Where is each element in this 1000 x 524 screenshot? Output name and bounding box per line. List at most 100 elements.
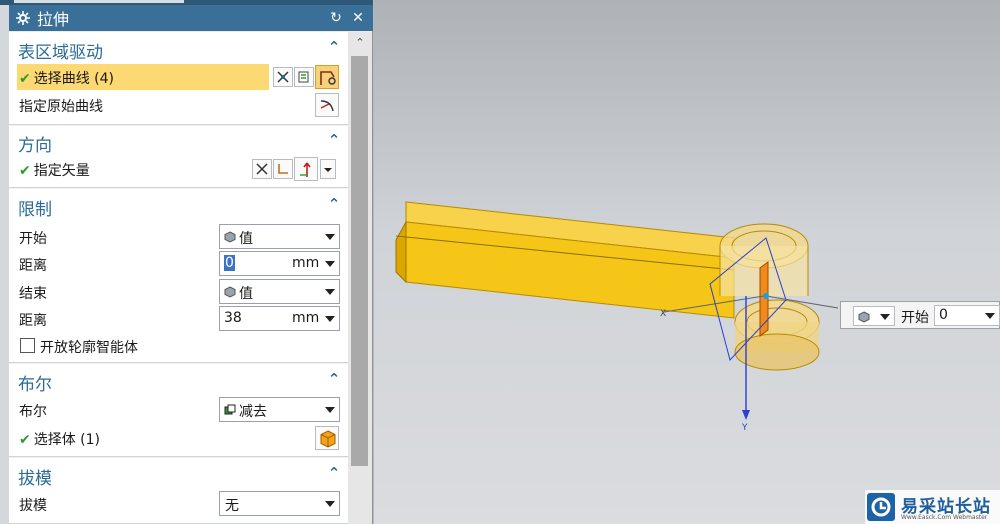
dropdown-arrow-icon[interactable] [325, 316, 335, 322]
select-body-row[interactable]: ✔ 选择体 (1) [9, 425, 348, 451]
specify-vector-label: ✔ 指定矢量 [19, 160, 90, 180]
section-surface-region: 表区域驱动 ⌃ ✔ 选择曲线 (4) 指定原始曲线 [9, 32, 348, 125]
start-distance-input[interactable]: 0 mm [219, 251, 340, 276]
dialog-left-edge [0, 5, 9, 524]
section-title-surface-region: 表区域驱动 [18, 43, 103, 63]
vector-options-dropdown[interactable] [320, 159, 336, 179]
dropdown-arrow-icon [325, 289, 335, 295]
open-profile-row[interactable]: 开放轮廓智能体 [9, 333, 348, 359]
subtract-icon [224, 404, 236, 416]
reset-icon[interactable]: ↻ [327, 9, 345, 27]
selected-face [759, 261, 769, 337]
end-distance-value: 38 [224, 310, 242, 326]
watermark-logo-icon [867, 493, 895, 521]
section-title-draft: 拔模 [18, 469, 52, 489]
deselect-button[interactable] [273, 67, 293, 87]
select-curve-row[interactable]: ✔ 选择曲线 (4) [9, 64, 348, 90]
boolean-dropdown[interactable]: 减去 [219, 397, 340, 422]
start-distance-value: 0 [224, 255, 235, 271]
cylinder-lower-bottom [734, 333, 820, 371]
value-cube-icon [224, 286, 236, 298]
section-title-boolean: 布尔 [18, 375, 52, 395]
section-title-limits: 限制 [18, 200, 52, 220]
draft-dropdown[interactable]: 无 [219, 491, 340, 516]
section-draft: 拔模 ⌃ 拔模 无 [9, 458, 348, 524]
drag-handle-icon [763, 293, 769, 299]
section-title-direction: 方向 [18, 136, 52, 156]
start-distance-row: 距离 0 mm [9, 251, 348, 277]
end-option-value: 值 [239, 286, 253, 302]
select-body-label: ✔ 选择体 (1) [19, 429, 100, 449]
dropdown-arrow-icon[interactable] [985, 313, 995, 319]
start-label: 开始 [19, 231, 47, 247]
draft-label: 拔模 [19, 498, 47, 514]
x-axis-label: X [660, 309, 666, 319]
select-body-text: 选择体 (1) [33, 432, 101, 448]
draft-value: 无 [225, 498, 239, 514]
draft-row: 拔模 无 [9, 491, 348, 517]
dialog-scrollbar[interactable]: ⌃ [348, 32, 372, 524]
active-tab-indicator [14, 0, 184, 3]
scrollbar-thumb[interactable] [351, 56, 368, 466]
start-option-value: 值 [239, 231, 253, 247]
handle-start-label: 开始 [901, 310, 929, 326]
end-distance-input[interactable]: 38 mm [219, 306, 340, 331]
boolean-value: 减去 [239, 404, 267, 420]
value-cube-icon [224, 231, 236, 243]
scroll-up-icon[interactable]: ⌃ [352, 36, 368, 50]
section-limits: 限制 ⌃ 开始 值 距离 0 mm 结束 值 距离 38 mm 开放轮廓智能体 [9, 189, 348, 363]
start-row: 开始 值 [9, 224, 348, 250]
specify-vector-text: 指定矢量 [33, 163, 90, 179]
collapse-toggle-icon[interactable]: ⌃ [324, 195, 344, 215]
site-watermark: 易采站长站 Www.Easck.Com Webmaster [865, 490, 1000, 524]
start-distance-unit: mm [292, 255, 320, 271]
specify-vector-row[interactable]: ✔ 指定矢量 [9, 156, 348, 182]
check-icon: ✔ [19, 71, 31, 87]
start-distance-label: 距离 [19, 258, 47, 274]
handle-start-value: 0 [939, 307, 948, 323]
end-distance-row: 距离 38 mm [9, 306, 348, 332]
extrude-dialog: 拉伸 ↻ ✕ 表区域驱动 ⌃ ✔ 选择曲线 (4) 指定原始曲线 方向 ⌃ ✔ … [0, 0, 373, 524]
graphics-viewport[interactable]: X Y [374, 0, 1000, 524]
open-profile-checkbox[interactable] [20, 338, 35, 353]
handle-start-input[interactable]: 0 [934, 305, 1000, 326]
collapse-toggle-icon[interactable]: ⌃ [324, 464, 344, 484]
collapse-toggle-icon[interactable]: ⌃ [324, 38, 344, 58]
check-icon: ✔ [19, 432, 31, 448]
specify-original-curve-row[interactable]: 指定原始曲线 [9, 92, 348, 118]
y-axis-arrow-icon [742, 410, 750, 420]
dialog-titlebar[interactable]: 拉伸 ↻ ✕ [9, 5, 373, 31]
curve-rule-button[interactable] [294, 67, 314, 87]
end-distance-label: 距离 [19, 313, 47, 329]
gear-icon[interactable] [15, 10, 31, 26]
boolean-row: 布尔 减去 [9, 397, 348, 423]
sketch-section-button[interactable] [315, 65, 339, 89]
section-direction: 方向 ⌃ ✔ 指定矢量 [9, 126, 348, 188]
dialog-title: 拉伸 [37, 10, 70, 29]
end-row: 结束 值 [9, 279, 348, 305]
y-axis-label: Y [741, 423, 748, 433]
value-cube-icon [858, 311, 870, 327]
section-boolean: 布尔 ⌃ 布尔 减去 ✔ 选择体 (1) [9, 364, 348, 457]
collapse-toggle-icon[interactable]: ⌃ [324, 370, 344, 390]
bar-end-face [395, 220, 407, 284]
vector-constructor-button[interactable] [294, 157, 318, 181]
dropdown-arrow-icon[interactable] [325, 261, 335, 267]
original-curve-button[interactable] [315, 93, 339, 117]
select-body-button[interactable] [315, 426, 339, 450]
start-handle-input-bar: 开始 0 [840, 301, 1000, 329]
model-canvas: X Y [395, 201, 839, 433]
start-option-dropdown[interactable]: 值 [219, 224, 340, 249]
select-curve-text: 选择曲线 (4) [33, 71, 115, 87]
boolean-label: 布尔 [19, 404, 47, 420]
reverse-direction-button[interactable] [252, 159, 272, 179]
close-icon[interactable]: ✕ [349, 9, 367, 27]
specify-original-curve-label: 指定原始曲线 [19, 99, 103, 115]
dropdown-arrow-icon [325, 501, 335, 507]
handle-option-dropdown[interactable] [853, 306, 895, 326]
collapse-toggle-icon[interactable]: ⌃ [324, 131, 344, 151]
dropdown-arrow-icon [880, 314, 890, 320]
select-curve-label: ✔ 选择曲线 (4) [19, 68, 114, 88]
end-option-dropdown[interactable]: 值 [219, 279, 340, 304]
vector-sketch-button[interactable] [273, 159, 293, 179]
